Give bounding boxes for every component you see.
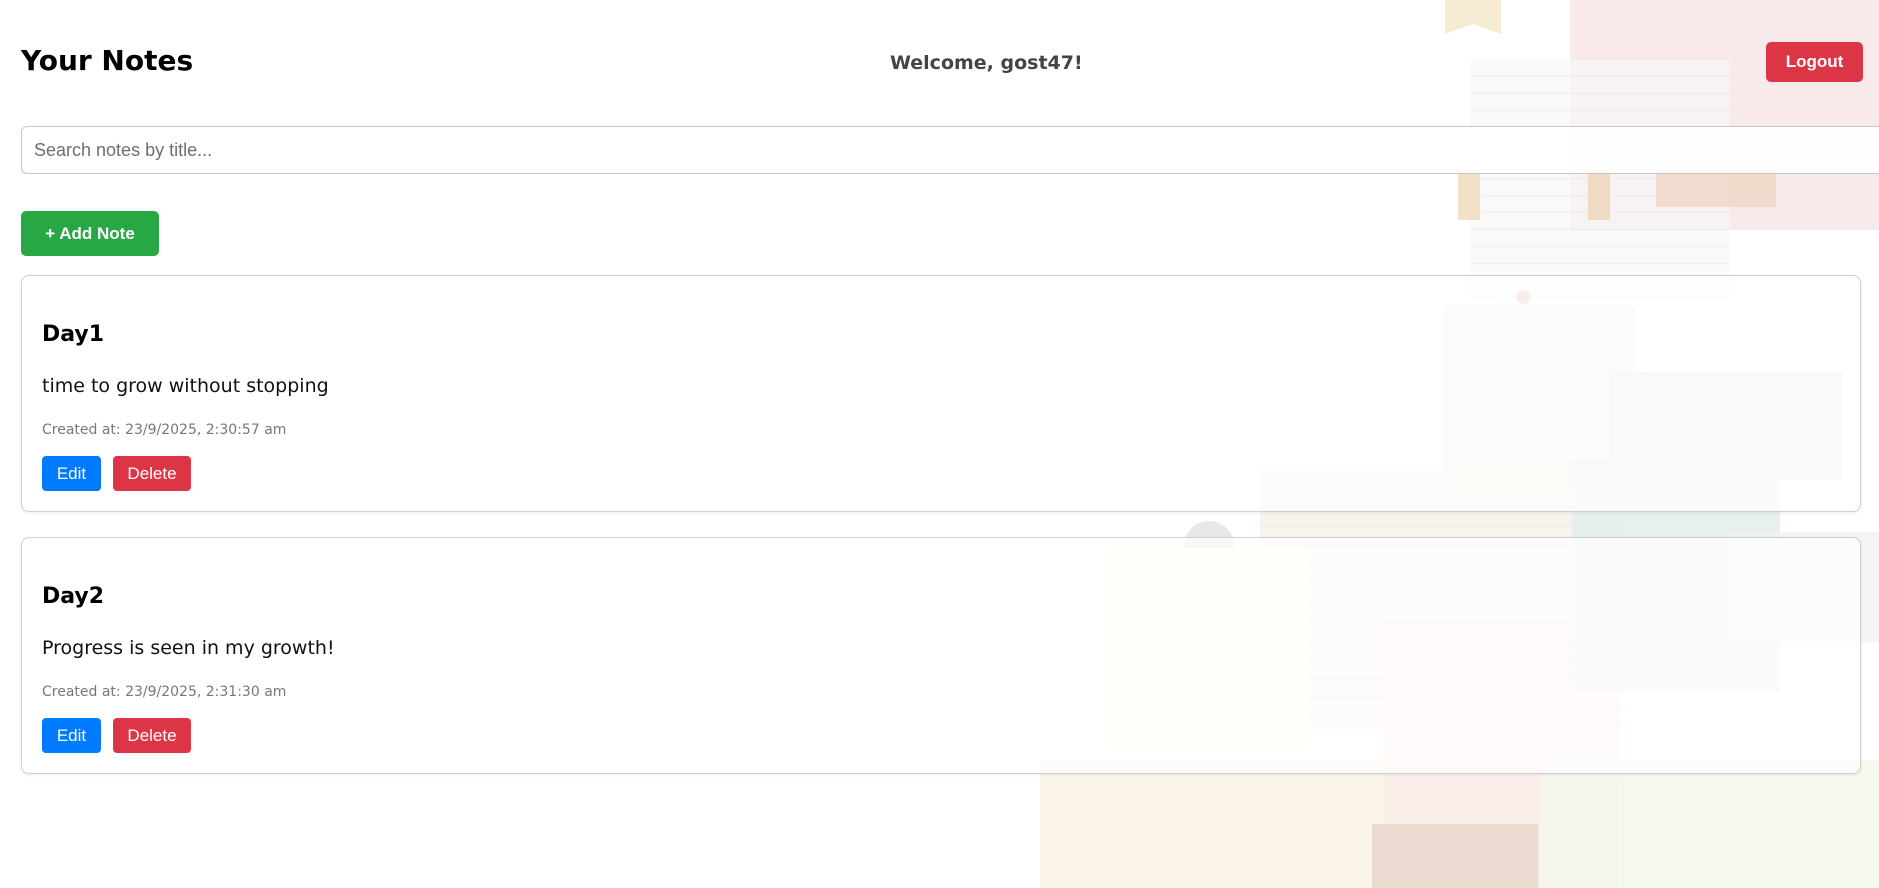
edit-button[interactable]: Edit — [42, 718, 101, 753]
note-title: Day2 — [42, 584, 105, 609]
search-input[interactable] — [21, 126, 1879, 174]
note-content: Progress is seen in my growth! — [42, 637, 335, 659]
note-created-date: Created at: 23/9/2025, 2:30:57 am — [42, 422, 287, 438]
note-title: Day1 — [42, 322, 105, 347]
note-created-date: Created at: 23/9/2025, 2:31:30 am — [42, 684, 287, 700]
edit-button[interactable]: Edit — [42, 456, 101, 491]
note-card: Day2 Progress is seen in my growth! Crea… — [21, 537, 1861, 774]
page-title: Your Notes — [21, 44, 194, 77]
delete-button[interactable]: Delete — [113, 718, 191, 753]
note-card: Day1 time to grow without stopping Creat… — [21, 275, 1861, 512]
logout-button[interactable]: Logout — [1766, 42, 1863, 82]
note-actions: Edit Delete — [42, 456, 191, 491]
notes-app: Your Notes Welcome, gost47! Logout + Add… — [0, 0, 1879, 888]
note-actions: Edit Delete — [42, 718, 191, 753]
note-content: time to grow without stopping — [42, 375, 329, 397]
delete-button[interactable]: Delete — [113, 456, 191, 491]
add-note-button[interactable]: + Add Note — [21, 211, 159, 256]
welcome-message: Welcome, gost47! — [890, 52, 1083, 74]
